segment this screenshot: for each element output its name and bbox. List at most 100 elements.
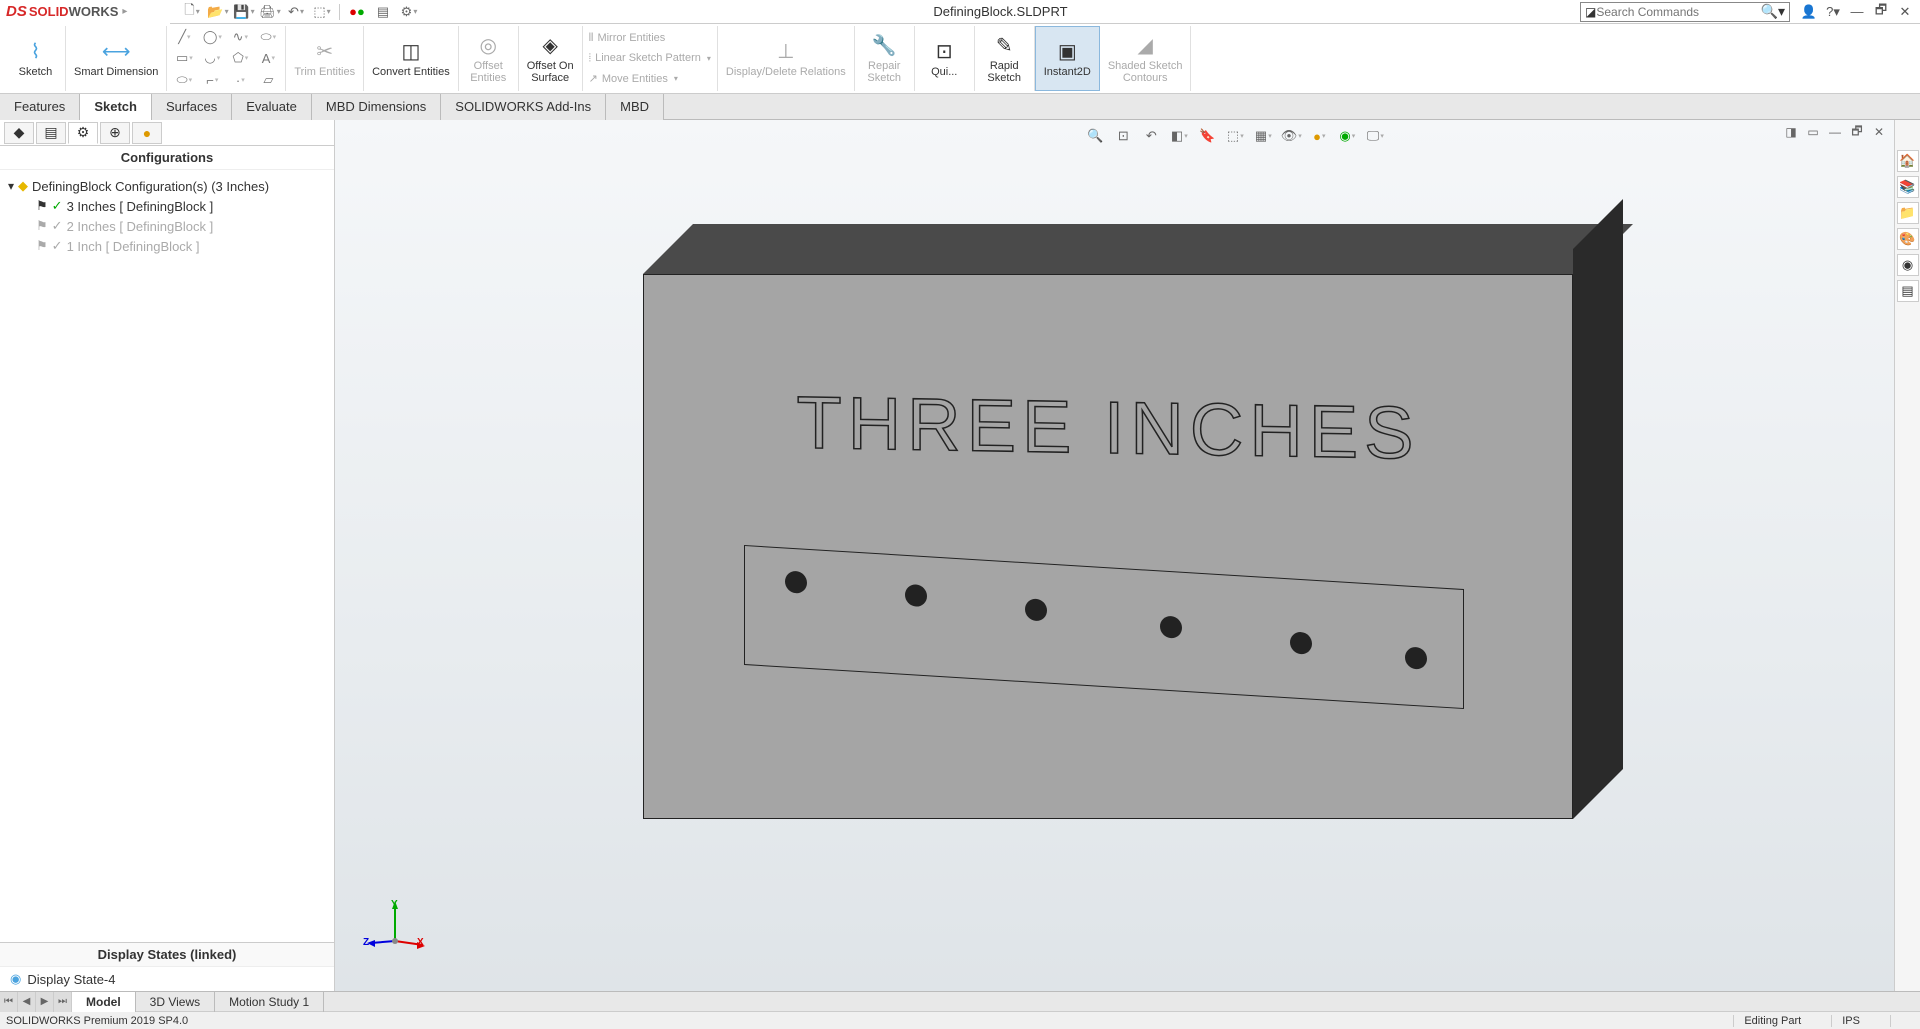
configuration-manager-tab[interactable]: ⚙: [68, 122, 98, 144]
text-tool[interactable]: A: [257, 49, 279, 67]
restore-button[interactable]: 🗗: [1870, 2, 1892, 22]
arc-tool[interactable]: ◡: [201, 49, 223, 67]
status-units[interactable]: IPS: [1831, 1015, 1870, 1027]
viewport-restore-button[interactable]: —: [1826, 124, 1844, 140]
help-button[interactable]: ?▾: [1822, 2, 1844, 22]
block-top-face[interactable]: [643, 224, 1633, 274]
solidworks-resources-tab[interactable]: 🏠: [1897, 150, 1919, 172]
menu-dropdown-icon[interactable]: ▸: [122, 6, 127, 17]
open-button[interactable]: 📂: [206, 2, 230, 22]
model-block[interactable]: THREE INCHES: [615, 180, 1625, 860]
tab-nav-first[interactable]: ⏮: [0, 992, 18, 1012]
file-properties-button[interactable]: ▤: [371, 2, 395, 22]
slot-tool[interactable]: ⬭: [257, 28, 279, 46]
zoom-to-area-button[interactable]: ⊡: [1112, 126, 1134, 146]
save-button[interactable]: 💾: [232, 2, 256, 22]
design-library-tab[interactable]: 📚: [1897, 176, 1919, 198]
viewport-popup-button[interactable]: ◨: [1782, 124, 1800, 140]
custom-properties-tab[interactable]: ▤: [1897, 280, 1919, 302]
tab-surfaces[interactable]: Surfaces: [152, 94, 232, 120]
offset-on-surface-tool[interactable]: ◈ Offset On Surface: [519, 26, 583, 91]
tab-nav-last[interactable]: ⏭: [54, 992, 72, 1012]
rapid-sketch-tool[interactable]: ✎ Rapid Sketch: [975, 26, 1035, 91]
orientation-triad[interactable]: Y X Z: [365, 901, 425, 961]
close-button[interactable]: ✕: [1894, 2, 1916, 22]
previous-view-button[interactable]: ↶: [1140, 126, 1162, 146]
app-logo[interactable]: DS SOLID WORKS ▸: [0, 0, 170, 24]
config-1-inch[interactable]: ⚑ ✓ 1 Inch [ DefiningBlock ]: [8, 236, 326, 256]
tab-mbd[interactable]: MBD: [606, 94, 664, 120]
search-input[interactable]: [1596, 5, 1756, 19]
display-state-row[interactable]: ◉ Display State-4: [0, 967, 334, 991]
hole-6[interactable]: [1405, 646, 1427, 669]
polygon-tool[interactable]: ⬠: [229, 49, 251, 67]
graphics-viewport[interactable]: 🔍 ⊡ ↶ ◧ 🔖 ⬚ ▦ 👁 ● ◉ 🖵 ◨ ▭ — 🗗 ✕ THREE IN…: [335, 120, 1894, 991]
circle-tool[interactable]: ◯: [201, 28, 223, 46]
collapse-icon[interactable]: ▾: [8, 179, 14, 193]
property-manager-tab[interactable]: ▤: [36, 122, 66, 144]
block-front-face[interactable]: THREE INCHES: [643, 274, 1573, 819]
dimxpert-manager-tab[interactable]: ⊕: [100, 122, 130, 144]
point-tool[interactable]: ·: [229, 71, 251, 89]
display-style-button[interactable]: ▦: [1252, 126, 1274, 146]
quick-snaps-tool[interactable]: ⊡ Qui...: [915, 26, 975, 91]
search-commands-box[interactable]: ◪ 🔍▾: [1580, 2, 1790, 22]
view-settings-button[interactable]: 🖵: [1364, 126, 1386, 146]
select-button[interactable]: ⬚: [310, 2, 334, 22]
bottom-tab-motion-study[interactable]: Motion Study 1: [215, 992, 324, 1012]
minimize-button[interactable]: —: [1846, 2, 1868, 22]
hole-2[interactable]: [905, 584, 927, 607]
viewport-close-button[interactable]: ✕: [1870, 124, 1888, 140]
dynamic-annotation-button[interactable]: 🔖: [1196, 126, 1218, 146]
heads-up-toolbar: 🔍 ⊡ ↶ ◧ 🔖 ⬚ ▦ 👁 ● ◉ 🖵: [1084, 126, 1386, 146]
fillet-tool[interactable]: ⌐: [201, 71, 223, 89]
file-explorer-tab[interactable]: 📁: [1897, 202, 1919, 224]
convert-entities-tool[interactable]: ◫ Convert Entities: [364, 26, 459, 91]
block-side-face[interactable]: [1573, 199, 1623, 819]
view-palette-tab[interactable]: 🎨: [1897, 228, 1919, 250]
rectangle-tool[interactable]: ▭: [173, 49, 195, 67]
smart-dimension-tool[interactable]: ⟷ Smart Dimension: [66, 26, 167, 91]
print-button[interactable]: 🖨: [258, 2, 282, 22]
edit-appearance-button[interactable]: ●: [1308, 126, 1330, 146]
bottom-tab-3d-views[interactable]: 3D Views: [136, 992, 215, 1012]
tab-evaluate[interactable]: Evaluate: [232, 94, 312, 120]
options-button[interactable]: ⚙: [397, 2, 421, 22]
appearances-tab[interactable]: ◉: [1897, 254, 1919, 276]
hide-show-button[interactable]: 👁: [1280, 126, 1302, 146]
configuration-root[interactable]: ▾ ◆ DefiningBlock Configuration(s) (3 In…: [8, 176, 326, 196]
undo-button[interactable]: ↶: [284, 2, 308, 22]
view-orientation-button[interactable]: ⬚: [1224, 126, 1246, 146]
viewport-minimize-button[interactable]: ▭: [1804, 124, 1822, 140]
apply-scene-button[interactable]: ◉: [1336, 126, 1358, 146]
sketch-tool[interactable]: ⌇ Sketch: [6, 26, 66, 91]
plane-tool[interactable]: ▱: [257, 71, 279, 89]
section-view-button[interactable]: ◧: [1168, 126, 1190, 146]
line-tool[interactable]: ╱: [173, 28, 195, 46]
config-2-inches[interactable]: ⚑ ✓ 2 Inches [ DefiningBlock ]: [8, 216, 326, 236]
hole-1[interactable]: [785, 571, 807, 594]
hole-3[interactable]: [1025, 598, 1047, 621]
slot-recess[interactable]: [744, 545, 1464, 709]
viewport-maximize-button[interactable]: 🗗: [1848, 124, 1866, 140]
config-3-inches[interactable]: ⚑ ✓ 3 Inches [ DefiningBlock ]: [8, 196, 326, 216]
tab-sketch[interactable]: Sketch: [80, 94, 152, 120]
bottom-tab-model[interactable]: Model: [72, 992, 136, 1012]
new-button[interactable]: 🗋: [180, 2, 204, 22]
tab-nav-prev[interactable]: ◀: [18, 992, 36, 1012]
instant2d-tool[interactable]: ▣ Instant2D: [1035, 26, 1100, 91]
tab-solidworks-addins[interactable]: SOLIDWORKS Add-Ins: [441, 94, 606, 120]
display-manager-tab[interactable]: ●: [132, 122, 162, 144]
tab-mbd-dimensions[interactable]: MBD Dimensions: [312, 94, 441, 120]
rebuild-button[interactable]: ●●: [345, 2, 369, 22]
tab-features[interactable]: Features: [0, 94, 80, 120]
hole-5[interactable]: [1290, 631, 1312, 654]
spline-tool[interactable]: ∿: [229, 28, 251, 46]
ellipse-tool[interactable]: ⬭: [173, 71, 195, 89]
zoom-to-fit-button[interactable]: 🔍: [1084, 126, 1106, 146]
tab-nav-next[interactable]: ▶: [36, 992, 54, 1012]
search-icon[interactable]: 🔍▾: [1761, 3, 1785, 20]
hole-4[interactable]: [1160, 615, 1182, 638]
user-icon[interactable]: 👤: [1798, 2, 1820, 22]
feature-manager-tab[interactable]: ◆: [4, 122, 34, 144]
